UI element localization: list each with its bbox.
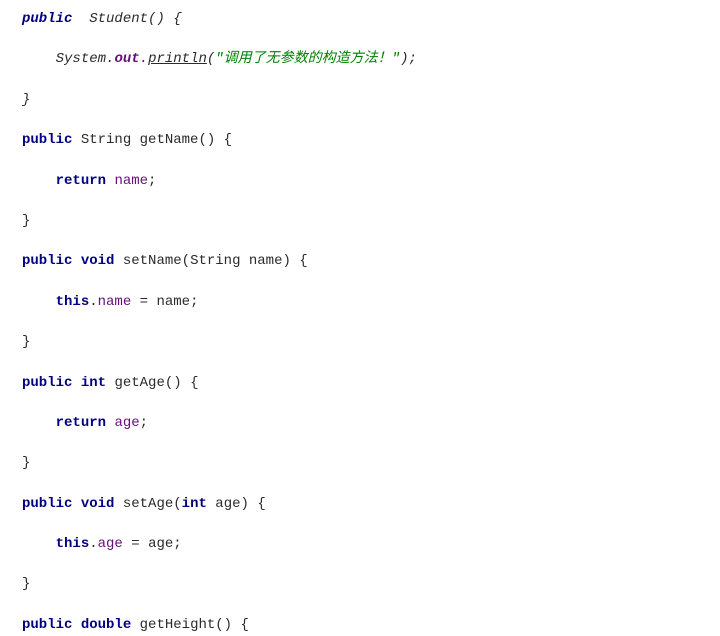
keyword-public: public: [22, 496, 72, 512]
semicolon: ;: [173, 536, 181, 552]
paren: (: [182, 253, 190, 269]
space: [72, 496, 80, 512]
method-name: getHeight: [140, 617, 216, 633]
dot: .: [140, 51, 148, 67]
keyword-public: public: [22, 11, 89, 27]
this-name-line: this.name = name;: [22, 291, 698, 313]
param-name: age: [215, 496, 240, 512]
paren-semi: );: [400, 51, 417, 67]
param-type: int: [182, 496, 207, 512]
println-line: System.out.println("调用了无参数的构造方法！");: [22, 48, 698, 70]
keyword-this: this: [56, 294, 90, 310]
keyword-void: void: [81, 253, 115, 269]
code-text: () {: [215, 617, 249, 633]
method-name: setAge: [123, 496, 173, 512]
keyword-return: return: [56, 415, 106, 431]
space: [72, 617, 80, 633]
keyword-void: void: [81, 496, 115, 512]
param-name: name: [249, 253, 283, 269]
dot: .: [89, 536, 97, 552]
keyword-this: this: [56, 536, 90, 552]
field-age: age: [98, 536, 123, 552]
paren-brace: ) {: [241, 496, 266, 512]
out-field: out: [114, 51, 139, 67]
paren: (: [173, 496, 181, 512]
getname-line: public String getName() {: [22, 129, 698, 151]
param-ref: name: [156, 294, 190, 310]
setage-line: public void setAge(int age) {: [22, 493, 698, 515]
code-text: () {: [148, 11, 182, 27]
space: [114, 496, 122, 512]
equals: =: [123, 536, 148, 552]
method-name: getAge: [114, 375, 164, 391]
keyword-int: int: [81, 375, 106, 391]
keyword-public: public: [22, 132, 72, 148]
constructor-name: Student: [89, 11, 148, 27]
close-brace: }: [22, 573, 698, 595]
space: [114, 253, 122, 269]
close-brace: }: [22, 210, 698, 232]
semicolon: ;: [190, 294, 198, 310]
field-name: name: [114, 173, 148, 189]
space: [131, 617, 139, 633]
keyword-return: return: [56, 173, 106, 189]
field-name: name: [98, 294, 132, 310]
println-method: println: [148, 51, 207, 67]
field-age: age: [114, 415, 139, 431]
close-brace: }: [22, 452, 698, 474]
string-literal: "调用了无参数的构造方法！": [215, 51, 400, 67]
keyword-double: double: [81, 617, 131, 633]
return-age-line: return age;: [22, 412, 698, 434]
return-type: String: [72, 132, 139, 148]
space: [72, 375, 80, 391]
keyword-public: public: [22, 375, 72, 391]
method-name: setName: [123, 253, 182, 269]
close-brace: }: [22, 89, 698, 111]
param-type: String: [190, 253, 249, 269]
this-age-line: this.age = age;: [22, 533, 698, 555]
code-text: () {: [198, 132, 232, 148]
keyword-public: public: [22, 617, 72, 633]
system-class: System: [56, 51, 106, 67]
constructor-line: public Student() {: [22, 8, 698, 30]
paren-brace: ) {: [282, 253, 307, 269]
equals: =: [131, 294, 156, 310]
space: [72, 253, 80, 269]
getheight-line: public double getHeight() {: [22, 614, 698, 636]
getage-line: public int getAge() {: [22, 372, 698, 394]
code-block: public Student() { System.out.println("调…: [22, 8, 698, 636]
setname-line: public void setName(String name) {: [22, 250, 698, 272]
method-name: getName: [140, 132, 199, 148]
param-ref: age: [148, 536, 173, 552]
close-brace: }: [22, 331, 698, 353]
semicolon: ;: [148, 173, 156, 189]
return-name-line: return name;: [22, 170, 698, 192]
dot: .: [89, 294, 97, 310]
keyword-public: public: [22, 253, 72, 269]
semicolon: ;: [140, 415, 148, 431]
code-text: () {: [165, 375, 199, 391]
